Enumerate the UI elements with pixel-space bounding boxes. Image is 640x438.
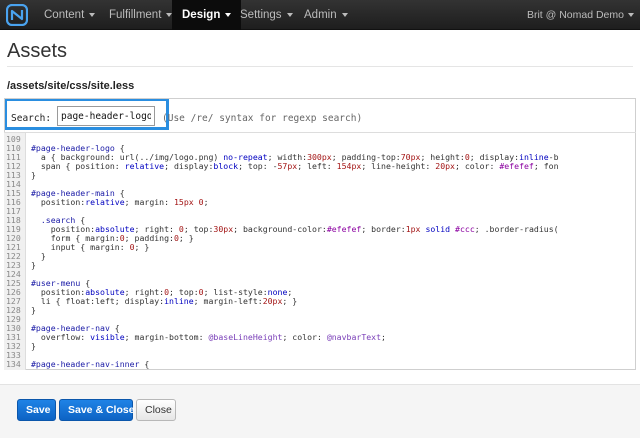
nav-fulfillment[interactable]: Fulfillment: [99, 0, 182, 30]
user-menu[interactable]: Brit @ Nomad Demo: [527, 0, 634, 30]
nav-label: Admin: [304, 9, 337, 21]
top-navbar: Content Fulfillment Design Settings Admi…: [0, 0, 640, 30]
close-button[interactable]: Close: [136, 399, 176, 421]
code-text: position:relative; margin: 15px 0;: [31, 197, 209, 207]
caret-down-icon: [341, 12, 348, 17]
file-path: /assets/site/css/site.less: [7, 80, 135, 92]
code-text: }: [31, 170, 36, 180]
nav-settings[interactable]: Settings: [230, 0, 303, 30]
caret-down-icon: [286, 12, 293, 17]
code-area[interactable]: 109 110 #page-header-logo {111 a { backgro…: [4, 132, 636, 370]
line-number: 134: [6, 359, 21, 369]
code-text: #page-header-nav-inner {: [31, 359, 150, 369]
code-text: span { position: relative; display:block…: [31, 161, 559, 171]
page-title: Assets: [7, 40, 68, 62]
user-name: Brit @ Nomad Demo: [526, 9, 624, 21]
nav-label: Design: [182, 9, 221, 21]
code-text: }: [31, 260, 36, 270]
code-text: overflow: visible; margin-bottom: @baseL…: [31, 332, 386, 342]
search-label: Search:: [11, 113, 52, 124]
caret-down-icon: [628, 13, 634, 18]
code-text: input { margin: 0; }: [31, 242, 150, 252]
title-divider: [7, 66, 633, 67]
nav-admin[interactable]: Admin: [294, 0, 358, 30]
code-text: }: [31, 341, 36, 351]
code-text: li { float:left; display:inline; margin-…: [31, 296, 298, 306]
nomad-logo-icon[interactable]: [6, 4, 28, 26]
save-close-button[interactable]: Save & Close: [59, 399, 135, 421]
search-input[interactable]: [57, 106, 155, 126]
nav-label: Settings: [240, 9, 282, 21]
save-button[interactable]: Save: [17, 399, 56, 421]
nav-content[interactable]: Content: [34, 0, 105, 30]
search-hint: (Use /re/ syntax for regexp search): [162, 113, 363, 124]
nav-label: Content: [44, 9, 85, 21]
code-text: }: [31, 305, 36, 315]
nav-label: Fulfillment: [109, 9, 162, 21]
caret-down-icon: [89, 12, 96, 17]
